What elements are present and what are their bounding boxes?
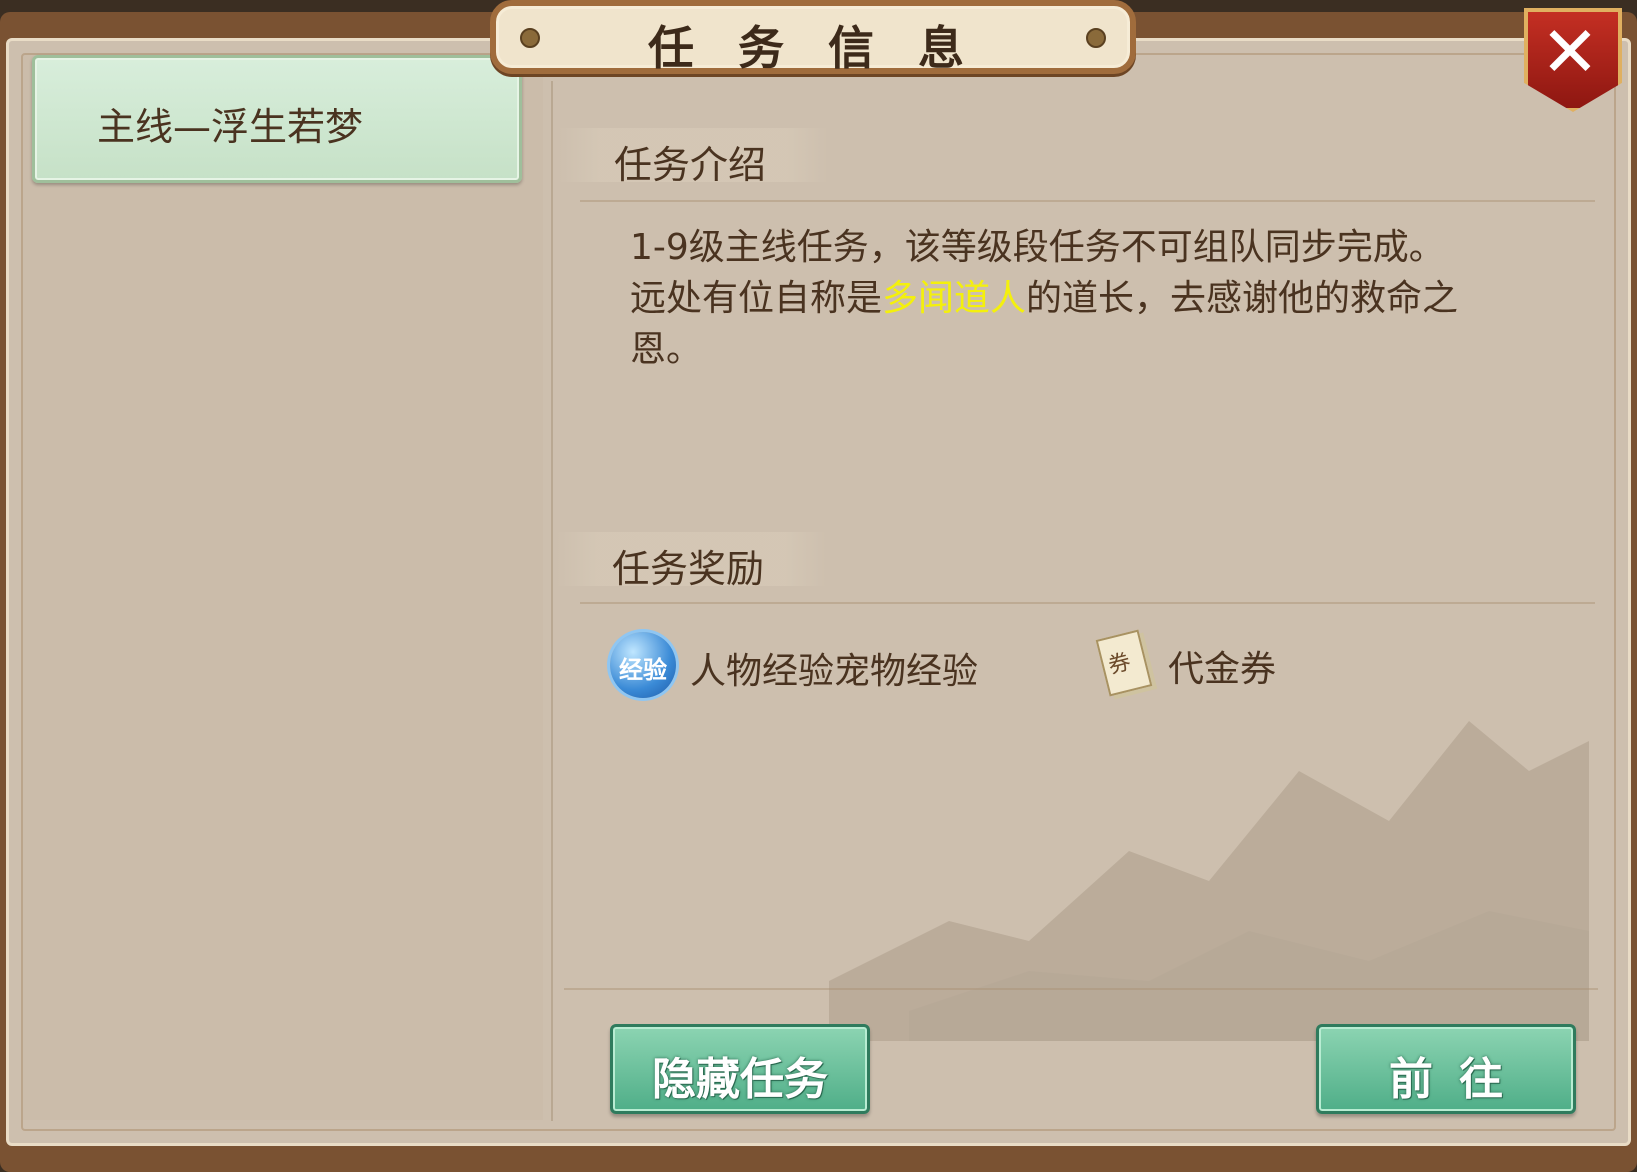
- mountain-landscape-decoration: [829, 721, 1589, 1041]
- intro-section-header: 任务介绍: [558, 128, 828, 187]
- quest-list-item-label: 主线—浮生若梦: [97, 105, 364, 149]
- close-button[interactable]: ✕: [1520, 8, 1622, 112]
- intro-divider: [580, 200, 1595, 202]
- go-button-label: 前往: [1389, 1054, 1529, 1105]
- reward-item-exp[interactable]: 经验 人物经验宠物经验: [610, 632, 990, 702]
- window-title: 任 务 信 息: [647, 21, 979, 75]
- go-button[interactable]: 前往: [1316, 1024, 1576, 1114]
- rewards-section-header: 任务奖励: [556, 532, 826, 591]
- exp-orb-icon: 经验: [610, 632, 676, 698]
- reward-item-voucher[interactable]: 券 代金券: [1088, 628, 1288, 698]
- rewards-divider: [580, 602, 1595, 604]
- column-divider: [551, 81, 553, 1121]
- reward-label-exp: 人物经验宠物经验: [690, 651, 979, 692]
- voucher-ticket-icon: 券: [1088, 628, 1154, 697]
- npc-name-highlight[interactable]: 多闻道人: [882, 278, 1026, 319]
- quest-info-panel: [6, 38, 1631, 1146]
- description-line-3: 恩。: [630, 329, 703, 370]
- hide-quest-button-label: 隐藏任务: [652, 1054, 828, 1105]
- quest-list-item-main[interactable]: 主线—浮生若梦: [32, 55, 522, 183]
- quest-description: 1-9级主线任务，该等级段任务不可组队同步完成。 远处有位自称是多闻道人的道长，…: [630, 222, 1550, 375]
- description-line-1: 1-9级主线任务，该等级段任务不可组队同步完成。: [630, 227, 1445, 268]
- quest-list-column: [23, 55, 543, 1120]
- window-title-plaque: 任 务 信 息: [490, 0, 1136, 75]
- description-line-2: 远处有位自称是多闻道人的道长，去感谢他的救命之: [630, 278, 1459, 319]
- intro-header-label: 任务介绍: [614, 143, 767, 187]
- reward-label-voucher: 代金券: [1168, 649, 1277, 690]
- rewards-header-label: 任务奖励: [612, 547, 765, 591]
- close-x-icon: ✕: [1540, 11, 1600, 93]
- footer-divider: [564, 988, 1598, 990]
- hide-quest-button[interactable]: 隐藏任务: [610, 1024, 870, 1114]
